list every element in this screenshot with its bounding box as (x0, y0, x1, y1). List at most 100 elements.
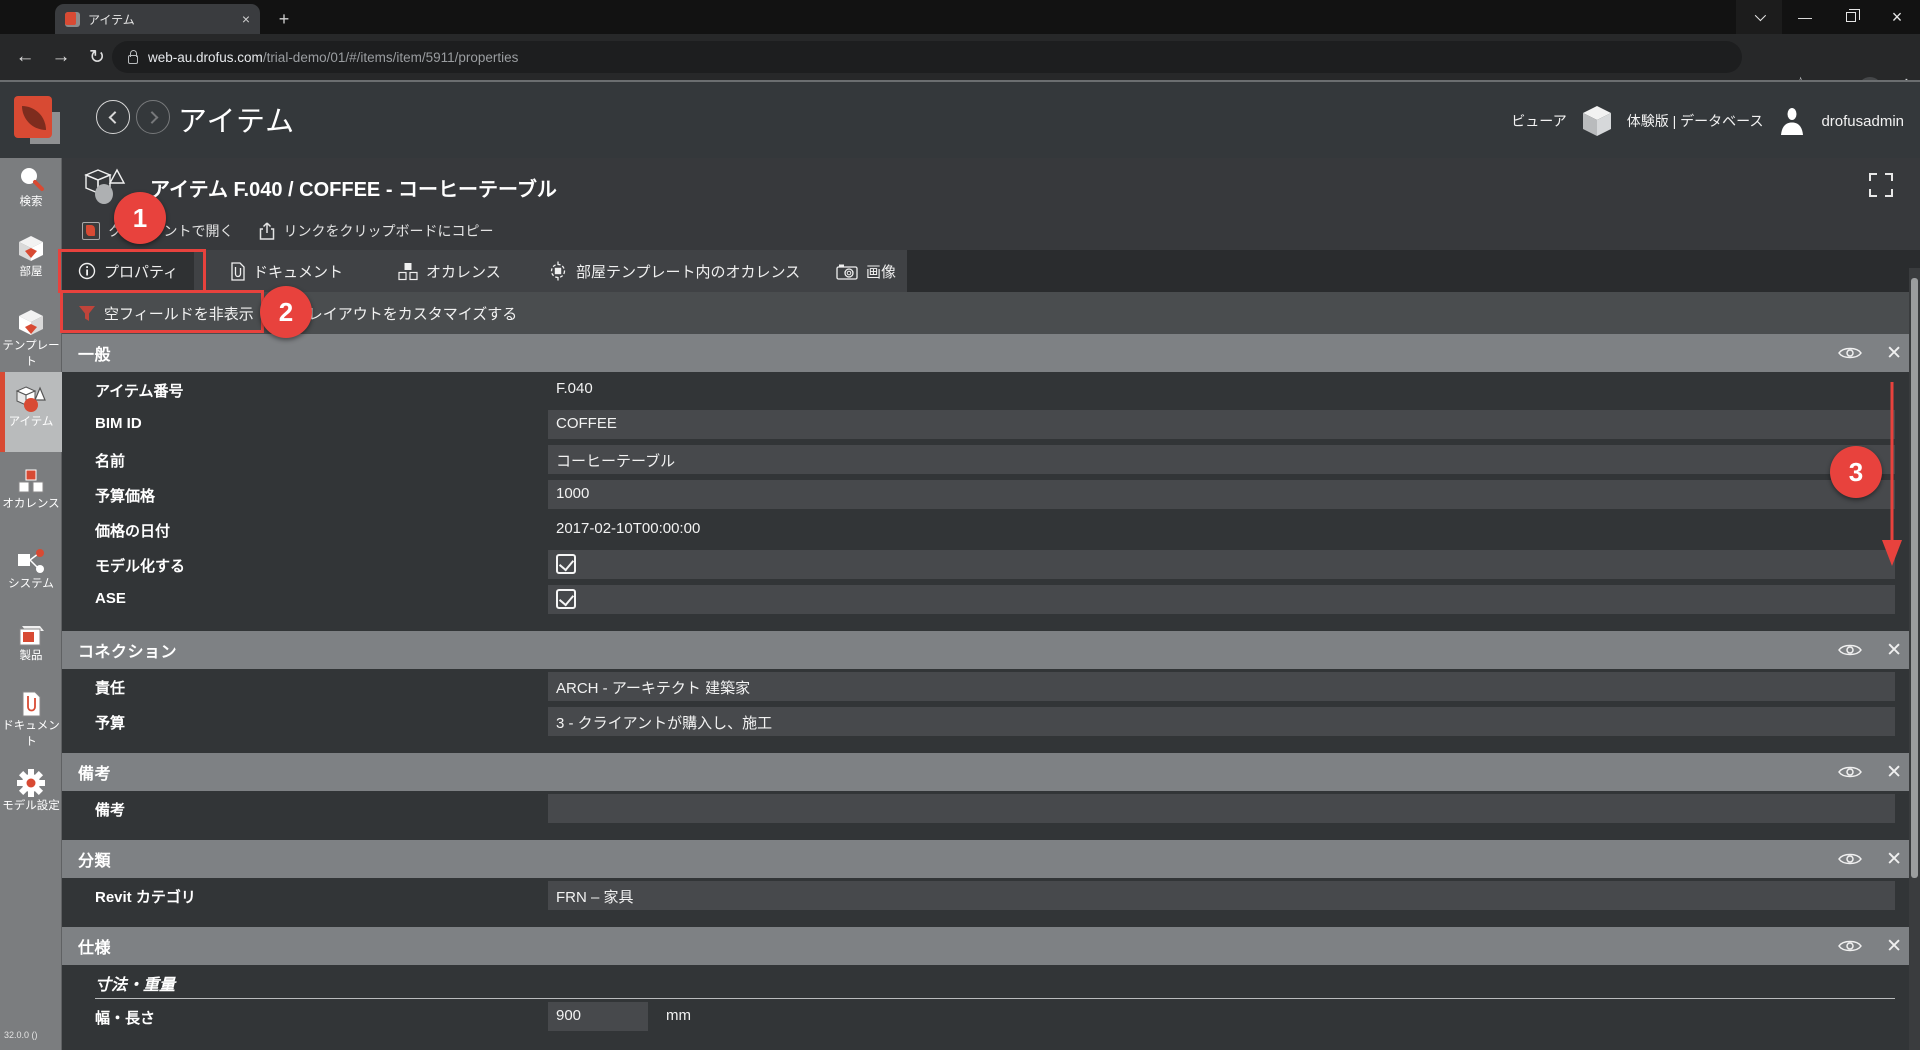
annotation-step-1: 1 (114, 192, 166, 244)
sidebar: 検索 部屋 テンプレート (0, 158, 62, 1050)
main-panel: アイテム F.040 / COFFEE - コーヒーテーブル クライアントで開く… (62, 158, 1920, 1050)
room-cube-icon (16, 234, 46, 264)
minimize-button[interactable]: — (1782, 0, 1828, 34)
back-icon[interactable]: ← (8, 46, 42, 68)
close-section-icon[interactable]: ✕ (1886, 848, 1902, 871)
eye-icon[interactable] (1838, 345, 1862, 361)
url-text: web-au.drofus.com/trial-demo/01/#/items/… (148, 50, 518, 65)
sidebar-item-search[interactable]: 検索 (0, 164, 62, 210)
sidebar-item-systems[interactable]: システム (0, 548, 62, 592)
close-section-icon[interactable]: ✕ (1886, 342, 1902, 365)
username[interactable]: drofusadmin (1821, 113, 1904, 130)
checkbox-field (548, 585, 1895, 614)
property-row: アイテム番号 F.040 (62, 372, 1920, 407)
customize-layout-button[interactable]: レイアウトをカスタマイズする (284, 303, 518, 324)
unit-label: mm (666, 1007, 691, 1024)
section-header-notes[interactable]: 備考 ✕ (62, 753, 1920, 791)
close-section-icon[interactable]: ✕ (1886, 761, 1902, 784)
eye-icon[interactable] (1838, 642, 1862, 658)
paperclip-doc-icon (230, 262, 245, 281)
copy-link-button[interactable]: リンクをクリップボードにコピー (259, 221, 493, 241)
browser-url-bar: ← → ↻ web-au.drofus.com/trial-demo/01/#/… (0, 34, 1920, 80)
database-label[interactable]: 体験版 | データベース (1627, 111, 1764, 131)
section-header-specification[interactable]: 仕様 ✕ (62, 927, 1920, 965)
property-row: 幅・長さ 900 mm (62, 999, 1920, 1034)
readonly-value: F.040 (556, 380, 593, 397)
property-row: BIM ID COFFEE (62, 407, 1920, 442)
tab-occurrences[interactable]: オカレンス (382, 250, 517, 292)
annotation-arrow-down (1878, 382, 1906, 568)
property-row: ASE (62, 582, 1920, 617)
app-forward-button[interactable] (136, 100, 170, 134)
sidebar-item-occurrences[interactable]: オカレンス (0, 468, 62, 512)
checkbox[interactable] (556, 554, 576, 574)
property-row: Revit カテゴリ FRN – 家具 (62, 878, 1920, 913)
section-header-connections[interactable]: コネクション ✕ (62, 631, 1920, 669)
section-header-classification[interactable]: 分類 ✕ (62, 840, 1920, 878)
text-input[interactable]: 1000 (548, 480, 1895, 509)
tab-images[interactable]: 画像 (820, 250, 912, 292)
property-row: 予算 3 - クライアントが購入し、施工 (62, 704, 1920, 739)
tab-strip: プロパティ ドキュメント オカレンス (62, 250, 1920, 292)
eye-icon[interactable] (1838, 938, 1862, 954)
occurrence-cubes-icon (16, 468, 46, 496)
readonly-value: 2017-02-10T00:00:00 (556, 520, 700, 537)
secure-lock-icon[interactable] (128, 55, 138, 64)
fullscreen-icon[interactable] (1868, 172, 1894, 198)
checkbox[interactable] (556, 589, 576, 609)
browser-tab[interactable]: アイテム × (55, 4, 260, 34)
room-template-occurrence-icon (548, 261, 568, 281)
close-section-icon[interactable]: ✕ (1886, 639, 1902, 662)
viewer-link[interactable]: ビューア (1511, 111, 1566, 131)
restore-button[interactable] (1828, 0, 1874, 34)
header-right: ビューア 体験版 | データベース drofusadmin (1511, 104, 1904, 138)
text-input[interactable]: FRN – 家具 (548, 881, 1895, 910)
app-back-button[interactable] (96, 100, 130, 134)
forward-icon[interactable]: → (44, 46, 78, 68)
property-row: 名前 コーヒーテーブル (62, 442, 1920, 477)
favicon-drofus (65, 12, 80, 27)
property-row: 備考 (62, 791, 1920, 826)
text-input[interactable]: 3 - クライアントが購入し、施工 (548, 707, 1895, 736)
view-options-bar: 空フィールドを非表示 レイアウトをカスタマイズする (62, 292, 1920, 334)
address-bar[interactable]: web-au.drofus.com/trial-demo/01/#/items/… (112, 41, 1742, 73)
content-scrollbar[interactable] (1909, 268, 1920, 1050)
text-input[interactable]: コーヒーテーブル (548, 445, 1895, 474)
text-input[interactable]: COFFEE (548, 410, 1895, 439)
eye-icon[interactable] (1838, 764, 1862, 780)
sidebar-item-items[interactable]: アイテム (0, 384, 62, 430)
item-header-icon (84, 168, 126, 204)
eye-icon[interactable] (1838, 851, 1862, 867)
tab-search-icon[interactable] (1736, 0, 1782, 34)
sidebar-item-model-settings[interactable]: モデル設定 (0, 768, 62, 814)
screen: アイテム × + — × ← → ↻ web-au.drofus.com/tri… (0, 0, 1920, 1050)
search-icon (16, 164, 46, 194)
viewer-cube-icon[interactable] (1581, 104, 1613, 138)
sidebar-item-rooms[interactable]: 部屋 (0, 234, 62, 280)
window-controls: — × (1736, 0, 1920, 34)
camera-icon (836, 263, 858, 280)
browser-tab-title: アイテム (88, 11, 234, 28)
browser-tab-bar: アイテム × + — × (0, 0, 1920, 34)
drofus-logo (14, 96, 62, 144)
close-section-icon[interactable]: ✕ (1886, 935, 1902, 958)
item-title-bar: アイテム F.040 / COFFEE - コーヒーテーブル (62, 158, 1920, 212)
checkbox-field (548, 550, 1895, 579)
sidebar-item-templates[interactable]: テンプレート (0, 308, 62, 370)
user-person-icon[interactable] (1777, 106, 1807, 136)
sidebar-item-documents[interactable]: ドキュメント (0, 690, 62, 750)
text-input[interactable]: 900 (548, 1002, 648, 1031)
product-box-icon (16, 620, 46, 648)
text-input[interactable] (548, 794, 1895, 823)
item-icon (15, 384, 47, 414)
tab-close-icon[interactable]: × (242, 12, 250, 26)
sidebar-item-products[interactable]: 製品 (0, 620, 62, 664)
annotation-step-2: 2 (260, 286, 312, 338)
reload-icon[interactable]: ↻ (80, 46, 114, 69)
text-input[interactable]: ARCH - アーキテクト 建築家 (548, 672, 1895, 701)
close-button[interactable]: × (1874, 0, 1920, 34)
scrollbar-thumb[interactable] (1911, 278, 1918, 878)
tab-room-template-occurrences[interactable]: 部屋テンプレート内のオカレンス (532, 250, 816, 292)
new-tab-button[interactable]: + (272, 7, 296, 31)
section-header-general[interactable]: 一般 ✕ (62, 334, 1920, 372)
